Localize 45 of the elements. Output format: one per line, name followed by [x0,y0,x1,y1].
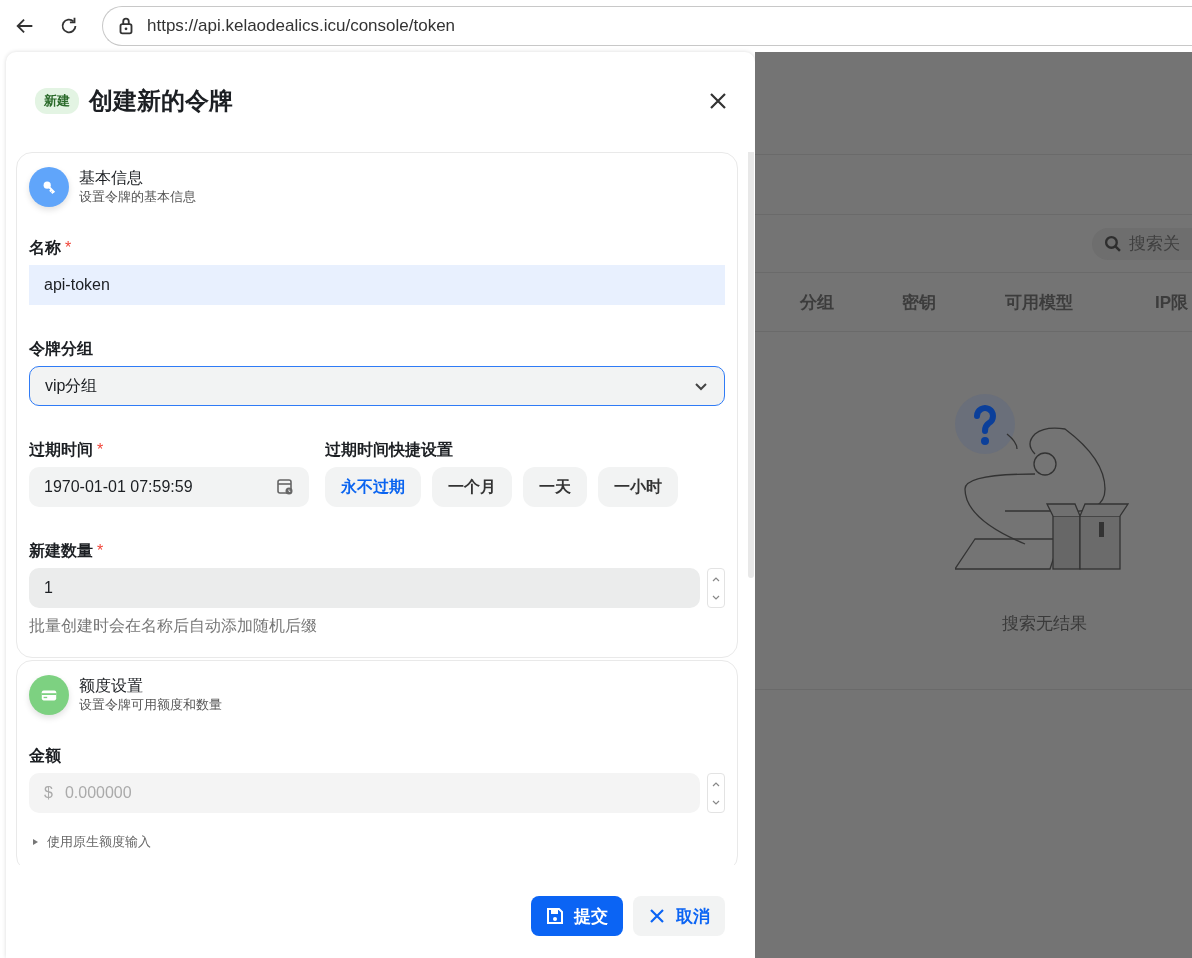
section-title: 额度设置 [79,676,144,696]
submit-button[interactable]: 提交 [531,896,623,936]
new-badge: 新建 [35,88,79,114]
close-icon [648,907,666,925]
collapse-toggle[interactable]: 使用原生额度输入 [47,833,151,851]
required-mark: * [97,441,104,458]
column-header: 分组 [800,291,835,314]
cancel-button[interactable]: 取消 [633,896,725,936]
field-label: 新建数量 [29,542,93,559]
caret-icon[interactable] [33,839,38,845]
field-label: 过期时间 [29,441,93,458]
sheet-title: 创建新的令牌 [89,86,234,116]
column-header: 可用模型 [1005,291,1074,314]
quick-set-button[interactable]: 一个月 [432,467,512,507]
field-label: 名称 [29,239,61,256]
required-mark: * [97,542,104,559]
calendar-icon [276,478,294,496]
help-text: 批量创建时会在名称后自动添加随机后缀 [29,616,318,636]
field-label: 过期时间快捷设置 [325,441,453,458]
scrollbar[interactable] [748,152,754,578]
group-select[interactable]: vip分组 [29,366,725,406]
chevron-up-icon[interactable] [712,780,720,787]
quick-set-button[interactable]: 一小时 [598,467,678,507]
column-header: IP限 [1155,291,1189,314]
search-icon [1104,235,1121,252]
quick-set-button[interactable]: 永不过期 [325,467,421,507]
chevron-up-icon[interactable] [712,575,720,582]
section-title: 基本信息 [79,168,144,188]
date-field[interactable]: 1970-01-01 07:59:59 [29,467,309,507]
column-header: 密钥 [902,291,937,314]
save-icon [546,907,564,925]
field-label: 金额 [29,747,61,764]
field-label: 令牌分组 [29,340,93,357]
chevron-down-icon[interactable] [712,594,720,601]
section-subtitle: 设置令牌的基本信息 [79,188,196,206]
close-icon[interactable] [709,92,727,110]
url-text: https://api.kelaodealics.icu/console/token [147,16,456,36]
quick-set-button[interactable]: 一天 [523,467,587,507]
section-subtitle: 设置令牌可用额度和数量 [79,696,222,714]
name-field[interactable]: api-token [29,265,725,305]
chevron-down-icon[interactable] [712,799,720,806]
currency-prefix: $ [44,784,53,802]
number-field[interactable]: 1 [29,568,700,608]
empty-state-text: 搜索无结果 [1002,613,1087,635]
required-mark: * [65,239,72,256]
